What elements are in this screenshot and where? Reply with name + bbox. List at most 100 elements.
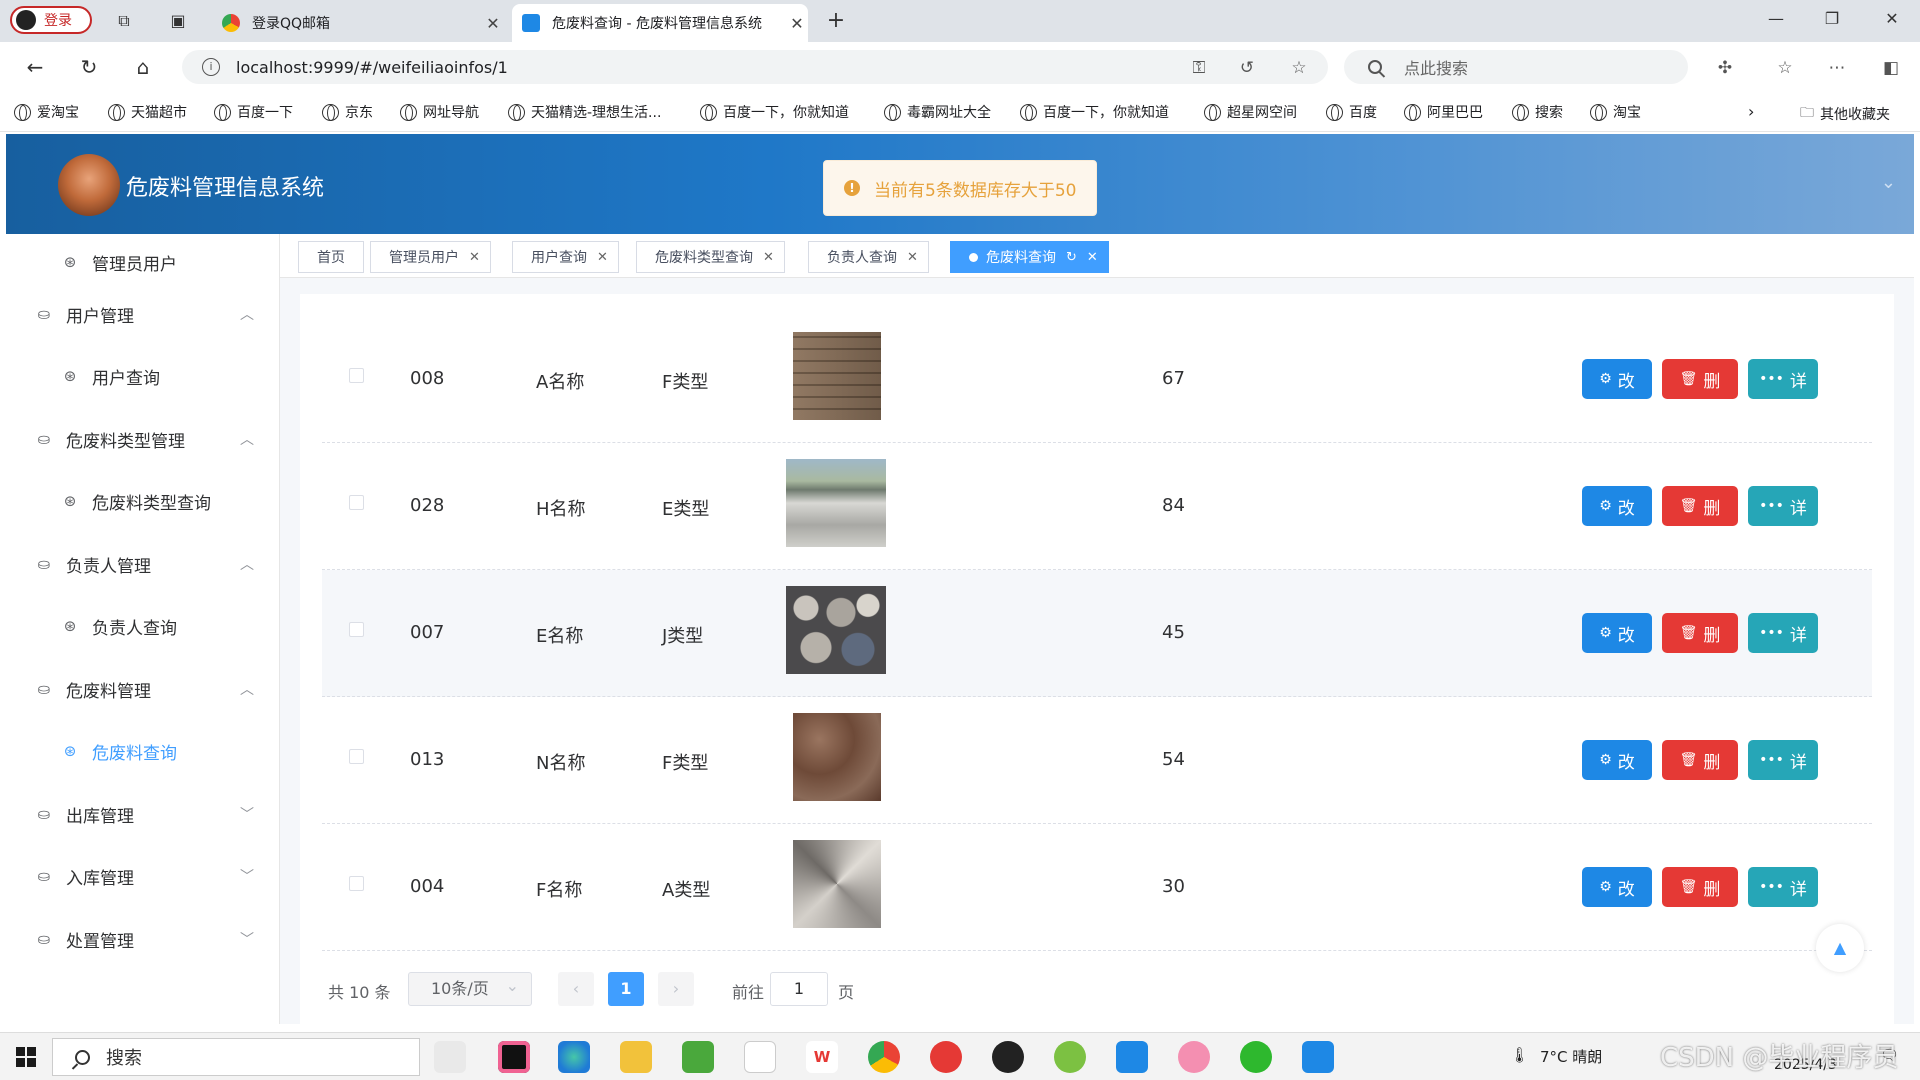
detail-button[interactable]: ••• 详 xyxy=(1748,613,1818,653)
wps-icon[interactable]: W xyxy=(806,1041,838,1073)
bookmark-item[interactable]: 百度一下 xyxy=(214,102,293,122)
row-checkbox[interactable] xyxy=(349,368,364,383)
back-icon[interactable]: ← xyxy=(22,54,48,80)
detail-button[interactable]: ••• 详 xyxy=(1748,740,1818,780)
extensions-icon[interactable]: ✣ xyxy=(1714,57,1736,79)
sidebar-item-owner-query[interactable]: ⊛ 负责人查询 xyxy=(6,598,279,654)
sidebar-item-user-query[interactable]: ⊛ 用户查询 xyxy=(6,348,279,404)
qq-icon[interactable] xyxy=(992,1041,1024,1073)
avatar-app-icon[interactable] xyxy=(1178,1041,1210,1073)
refresh-icon[interactable]: ↻ xyxy=(76,54,102,80)
bookmark-item[interactable]: 百度 xyxy=(1326,102,1377,122)
bookmark-item[interactable]: 淘宝 xyxy=(1590,102,1641,122)
sidebar-toggle-icon[interactable]: ◧ xyxy=(1880,57,1902,79)
weather-icon[interactable]: 🌡 xyxy=(1510,1046,1529,1064)
tag-home[interactable]: 首页 xyxy=(298,241,364,273)
minimize-icon[interactable]: — xyxy=(1756,9,1796,28)
sidebar-group-inbound-mgmt[interactable]: ⛀ 入库管理 ﹀ xyxy=(6,848,279,904)
sidebar-group-owner-mgmt[interactable]: ⛀ 负责人管理 ︿ xyxy=(6,536,279,592)
sidebar-group-user-mgmt[interactable]: ⛀ 用户管理 ︿ xyxy=(6,286,279,342)
favorite-star-icon[interactable]: ☆ xyxy=(1288,57,1310,79)
sidebar-group-outbound-mgmt[interactable]: ⛀ 出库管理 ﹀ xyxy=(6,786,279,842)
waste-image-concrete-slabs[interactable] xyxy=(786,459,886,547)
bookmark-item[interactable]: 天猫超市 xyxy=(108,102,187,122)
bookmark-item[interactable]: 百度一下，你就知道 xyxy=(1020,102,1169,122)
bookmark-item[interactable]: 超星网空间 xyxy=(1204,102,1297,122)
taskbar-search[interactable]: 搜索 xyxy=(52,1038,420,1076)
detail-button[interactable]: ••• 详 xyxy=(1748,486,1818,526)
close-tab-icon[interactable]: ✕ xyxy=(482,14,504,33)
bookmarks-overflow-icon[interactable]: › xyxy=(1748,102,1754,121)
goto-page-input[interactable]: 1 xyxy=(770,972,828,1006)
feishu-icon[interactable] xyxy=(1302,1041,1334,1073)
detail-button[interactable]: ••• 详 xyxy=(1748,359,1818,399)
workspaces-icon[interactable]: ⧉ xyxy=(114,11,134,31)
tag-user-query[interactable]: 用户查询 ✕ xyxy=(512,241,619,273)
bookmark-item[interactable]: 搜索 xyxy=(1512,102,1563,122)
sidebar-item-waste-query[interactable]: ⊛ 危废料查询 xyxy=(6,723,279,779)
browser-search-field[interactable]: 点此搜索 xyxy=(1344,50,1688,84)
page-size-select[interactable]: 10条/页 xyxy=(408,970,532,1006)
tag-owner-query[interactable]: 负责人查询 ✕ xyxy=(808,241,929,273)
windows-start-icon[interactable] xyxy=(16,1047,36,1067)
tag-waste-type-query[interactable]: 危废料类型查询 ✕ xyxy=(636,241,785,273)
sidebar-group-disposal-mgmt[interactable]: ⛀ 处置管理 ﹀ xyxy=(6,911,279,967)
waste-image-stone-wall[interactable] xyxy=(793,332,881,420)
file-explorer-icon[interactable] xyxy=(620,1041,652,1073)
p-app-icon[interactable] xyxy=(1116,1041,1148,1073)
key-icon[interactable]: ⚿ xyxy=(1188,57,1210,79)
task-view-icon[interactable] xyxy=(434,1041,466,1073)
sidebar-item-waste-type-query[interactable]: ⊛ 危废料类型查询 xyxy=(6,473,279,529)
edit-button[interactable]: ⚙ 改 xyxy=(1582,740,1652,780)
more-menu-icon[interactable]: ⋯ xyxy=(1826,57,1848,79)
profile-login-button[interactable]: 登录 xyxy=(10,6,92,34)
new-tab-button[interactable]: + xyxy=(826,10,846,32)
tag-admin-users[interactable]: 管理员用户 ✕ xyxy=(370,241,491,273)
delete-button[interactable]: 🗑 删 xyxy=(1662,613,1738,653)
chevron-down-icon[interactable]: ⌄ xyxy=(1881,172,1896,193)
page-number-current[interactable]: 1 xyxy=(608,972,644,1006)
close-icon[interactable]: ✕ xyxy=(1087,250,1098,265)
bookmark-item[interactable]: 天猫精选-理想生活... xyxy=(508,102,661,122)
close-icon[interactable]: ✕ xyxy=(763,250,774,265)
edit-button[interactable]: ⚙ 改 xyxy=(1582,359,1652,399)
close-icon[interactable]: ✕ xyxy=(597,250,608,265)
refresh-icon[interactable]: ↻ xyxy=(1066,250,1077,265)
prev-page-button[interactable]: ‹ xyxy=(558,972,594,1006)
tab-actions-icon[interactable]: ▣ xyxy=(168,11,188,31)
wechat-icon[interactable] xyxy=(1240,1041,1272,1073)
delete-button[interactable]: 🗑 删 xyxy=(1662,359,1738,399)
back-to-top-button[interactable]: ▲ xyxy=(1816,924,1864,972)
edit-button[interactable]: ⚙ 改 xyxy=(1582,613,1652,653)
edge-icon[interactable] xyxy=(558,1041,590,1073)
close-tab-icon[interactable]: ✕ xyxy=(786,14,808,33)
home-icon[interactable]: ⌂ xyxy=(130,54,156,80)
browser-tab-qqmail[interactable]: 登录QQ邮箱 ✕ xyxy=(212,4,504,42)
netease-music-icon[interactable] xyxy=(930,1041,962,1073)
intellij-icon[interactable] xyxy=(498,1041,530,1073)
window-close-icon[interactable]: ✕ xyxy=(1872,9,1912,28)
hbuilder-icon[interactable] xyxy=(682,1041,714,1073)
edit-button[interactable]: ⚙ 改 xyxy=(1582,867,1652,907)
delete-button[interactable]: 🗑 删 xyxy=(1662,867,1738,907)
bookmark-item[interactable]: 阿里巴巴 xyxy=(1404,102,1483,122)
next-page-button[interactable]: › xyxy=(658,972,694,1006)
collections-icon[interactable]: ☆ xyxy=(1774,57,1796,79)
detail-button[interactable]: ••• 详 xyxy=(1748,867,1818,907)
sidebar-group-waste-type-mgmt[interactable]: ⛀ 危废料类型管理 ︿ xyxy=(6,411,279,467)
app-icon[interactable] xyxy=(1054,1041,1086,1073)
bookmark-item[interactable]: 百度一下，你就知道 xyxy=(700,102,849,122)
bookmark-item[interactable]: 爱淘宝 xyxy=(14,102,79,122)
bookmark-item[interactable]: 网址导航 xyxy=(400,102,479,122)
delete-button[interactable]: 🗑 删 xyxy=(1662,486,1738,526)
close-icon[interactable]: ✕ xyxy=(907,250,918,265)
chrome-icon[interactable] xyxy=(868,1041,900,1073)
row-checkbox[interactable] xyxy=(349,749,364,764)
row-checkbox[interactable] xyxy=(349,876,364,891)
tag-waste-query[interactable]: 危废料查询 ↻ ✕ xyxy=(950,241,1109,273)
delete-button[interactable]: 🗑 删 xyxy=(1662,740,1738,780)
waste-image-round-stones[interactable] xyxy=(786,586,886,674)
url-field[interactable]: i localhost:9999/#/weifeiliaoinfos/1 xyxy=(182,50,1328,84)
restore-icon[interactable]: ❐ xyxy=(1812,9,1852,28)
waste-image-brown-marble[interactable] xyxy=(793,713,881,801)
